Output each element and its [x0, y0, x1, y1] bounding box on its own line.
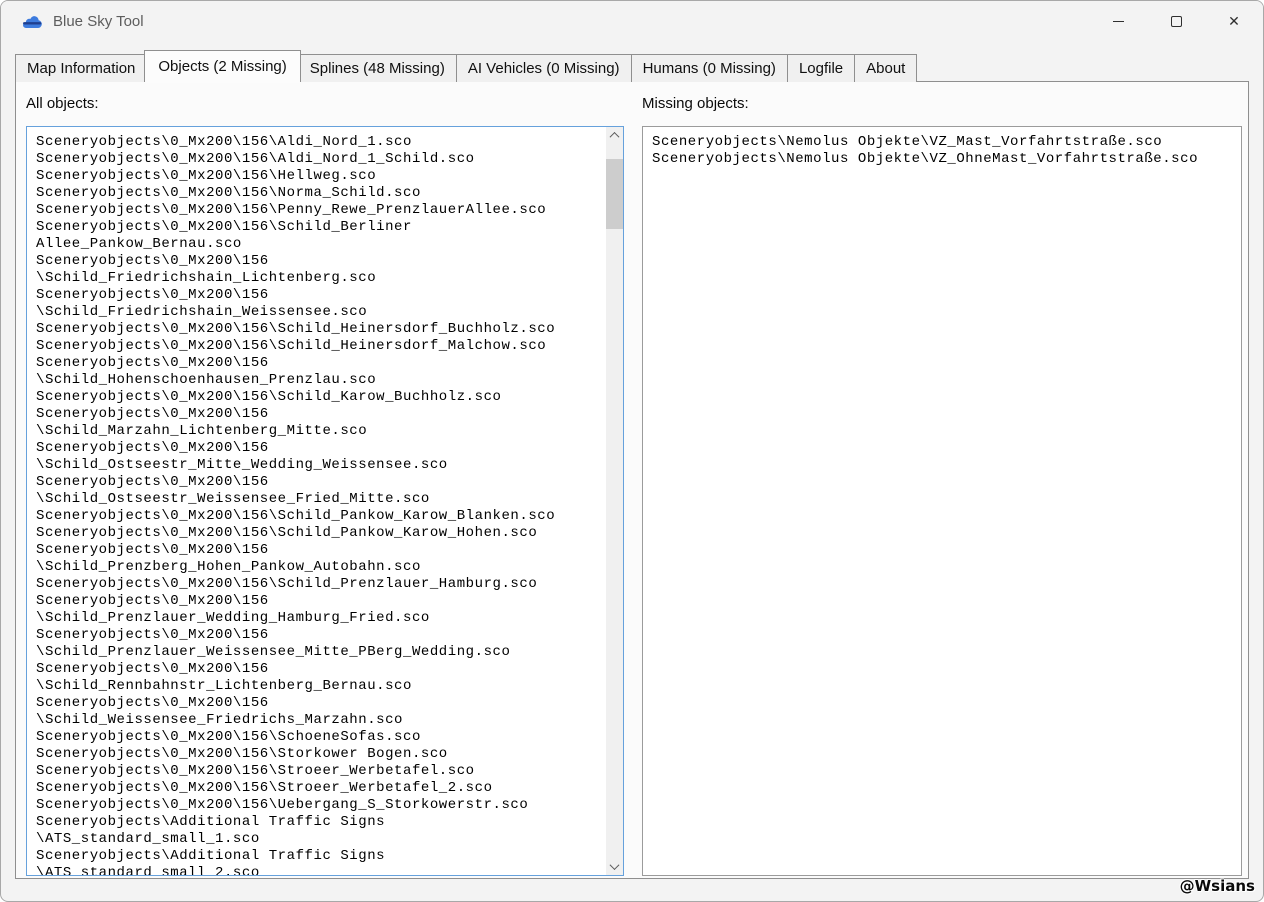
tab-objects-2-missing[interactable]: Objects (2 Missing)	[144, 50, 301, 82]
text-line: Sceneryobjects\0_Mx200\156\Aldi_Nord_1_S…	[36, 151, 475, 167]
tab-page-objects: All objects: Missing objects: Sceneryobj…	[15, 81, 1249, 879]
text-line: \Schild_Ostseestr_Weissensee_Fried_Mitte…	[36, 491, 430, 507]
text-line: Sceneryobjects\0_Mx200\156	[36, 542, 269, 558]
text-line: \Schild_Hohenschoenhausen_Prenzlau.sco	[36, 372, 377, 388]
scroll-down-button[interactable]	[606, 858, 623, 875]
all-objects-textbox[interactable]: Sceneryobjects\0_Mx200\156\Aldi_Nord_1.s…	[26, 126, 624, 876]
text-line: Sceneryobjects\0_Mx200\156	[36, 627, 269, 643]
text-line: \Schild_Prenzberg_Hohen_Pankow_Autobahn.…	[36, 559, 421, 575]
text-line: Sceneryobjects\0_Mx200\156\Stroeer_Werbe…	[36, 780, 493, 796]
tab-ai-vehicles-0-missing[interactable]: AI Vehicles (0 Missing)	[455, 54, 632, 82]
text-line: Sceneryobjects\0_Mx200\156\Storkower Bog…	[36, 746, 448, 762]
text-line: \Schild_Weissensee_Friedrichs_Marzahn.sc…	[36, 712, 404, 728]
close-button[interactable]: ✕	[1205, 1, 1263, 41]
text-line: Sceneryobjects\0_Mx200\156\Schild_Heiner…	[36, 338, 547, 354]
missing-objects-textbox[interactable]: Sceneryobjects\Nemolus Objekte\VZ_Mast_V…	[642, 126, 1242, 876]
text-line: Sceneryobjects\0_Mx200\156	[36, 474, 269, 490]
tab-humans-0-missing[interactable]: Humans (0 Missing)	[630, 54, 788, 82]
text-line: Sceneryobjects\0_Mx200\156\Hellweg.sco	[36, 168, 377, 184]
missing-objects-label: Missing objects:	[642, 95, 749, 112]
all-objects-text: Sceneryobjects\0_Mx200\156\Aldi_Nord_1.s…	[27, 127, 623, 875]
text-line: Sceneryobjects\Additional Traffic Signs	[36, 814, 386, 830]
text-line: \ATS_standard_small_2.sco	[36, 865, 260, 875]
text-line: Sceneryobjects\0_Mx200\156	[36, 253, 269, 269]
all-objects-scrollbar[interactable]	[606, 127, 623, 875]
maximize-icon	[1170, 15, 1182, 27]
all-objects-label: All objects:	[26, 95, 99, 112]
text-line: Allee_Pankow_Bernau.sco	[36, 236, 242, 252]
tab-map-information[interactable]: Map Information	[15, 54, 148, 82]
text-line: Sceneryobjects\0_Mx200\156\Schild_Pankow…	[36, 508, 556, 524]
tab-control: Map Information Objects (2 Missing) Spline…	[15, 50, 1249, 879]
window-controls: ✕	[1089, 1, 1263, 41]
text-line: Sceneryobjects\0_Mx200\156\Schild_Prenzl…	[36, 576, 538, 592]
text-line: Sceneryobjects\0_Mx200\156\Schild_Heiner…	[36, 321, 556, 337]
text-line: \Schild_Prenzlauer_Weissensee_Mitte_PBer…	[36, 644, 511, 660]
text-line: Sceneryobjects\0_Mx200\156	[36, 661, 269, 677]
scroll-up-button[interactable]	[606, 127, 623, 144]
tab-splines-48-missing[interactable]: Splines (48 Missing)	[297, 54, 457, 82]
minimize-icon	[1112, 20, 1124, 22]
text-line: Sceneryobjects\0_Mx200\156\Norma_Schild.…	[36, 185, 421, 201]
missing-objects-text: Sceneryobjects\Nemolus Objekte\VZ_Mast_V…	[643, 127, 1241, 875]
text-line: \Schild_Prenzlauer_Wedding_Hamburg_Fried…	[36, 610, 430, 626]
tab-about[interactable]: About	[854, 54, 918, 82]
text-line: Sceneryobjects\0_Mx200\156	[36, 695, 269, 711]
text-line: \Schild_Ostseestr_Mitte_Wedding_Weissens…	[36, 457, 448, 473]
text-line: Sceneryobjects\Nemolus Objekte\VZ_OhneMa…	[652, 151, 1199, 167]
text-line: Sceneryobjects\0_Mx200\156\Stroeer_Werbe…	[36, 763, 475, 779]
text-line: Sceneryobjects\0_Mx200\156\Schild_Karow_…	[36, 389, 502, 405]
text-line: Sceneryobjects\0_Mx200\156	[36, 287, 269, 303]
app-window: Blue Sky Tool ✕ Map Information Objects (…	[0, 0, 1264, 902]
text-line: Sceneryobjects\0_Mx200\156	[36, 593, 269, 609]
text-line: \Schild_Marzahn_Lichtenberg_Mitte.sco	[36, 423, 368, 439]
text-line: Sceneryobjects\0_Mx200\156	[36, 355, 269, 371]
text-line: Sceneryobjects\0_Mx200\156\Uebergang_S_S…	[36, 797, 529, 813]
text-line: Sceneryobjects\Additional Traffic Signs	[36, 848, 386, 864]
maximize-button[interactable]	[1147, 1, 1205, 41]
tab-logfile[interactable]: Logfile	[786, 54, 856, 82]
text-line: Sceneryobjects\0_Mx200\156	[36, 440, 269, 456]
text-line: Sceneryobjects\Nemolus Objekte\VZ_Mast_V…	[652, 134, 1163, 150]
text-line: Sceneryobjects\0_Mx200\156\Aldi_Nord_1.s…	[36, 134, 412, 150]
scrollbar-thumb[interactable]	[606, 159, 623, 229]
window-title: Blue Sky Tool	[53, 12, 144, 30]
text-line: \Schild_Rennbahnstr_Lichtenberg_Bernau.s…	[36, 678, 412, 694]
text-line: Sceneryobjects\0_Mx200\156\Schild_Berlin…	[36, 219, 412, 235]
text-line: \Schild_Friedrichshain_Lichtenberg.sco	[36, 270, 377, 286]
tab-strip: Map Information Objects (2 Missing) Spline…	[15, 50, 1249, 82]
chevron-up-icon	[609, 131, 620, 142]
close-icon: ✕	[1228, 13, 1240, 29]
cloud-icon	[21, 13, 43, 29]
watermark: @Wsians	[1179, 877, 1255, 895]
text-line: Sceneryobjects\0_Mx200\156\Penny_Rewe_Pr…	[36, 202, 547, 218]
text-line: \ATS_standard_small_1.sco	[36, 831, 260, 847]
minimize-button[interactable]	[1089, 1, 1147, 41]
text-line: Sceneryobjects\0_Mx200\156\SchoeneSofas.…	[36, 729, 421, 745]
text-line: Sceneryobjects\0_Mx200\156\Schild_Pankow…	[36, 525, 538, 541]
text-line: \Schild_Friedrichshain_Weissensee.sco	[36, 304, 368, 320]
titlebar: Blue Sky Tool ✕	[1, 1, 1263, 41]
text-line: Sceneryobjects\0_Mx200\156	[36, 406, 269, 422]
chevron-down-icon	[609, 860, 620, 871]
